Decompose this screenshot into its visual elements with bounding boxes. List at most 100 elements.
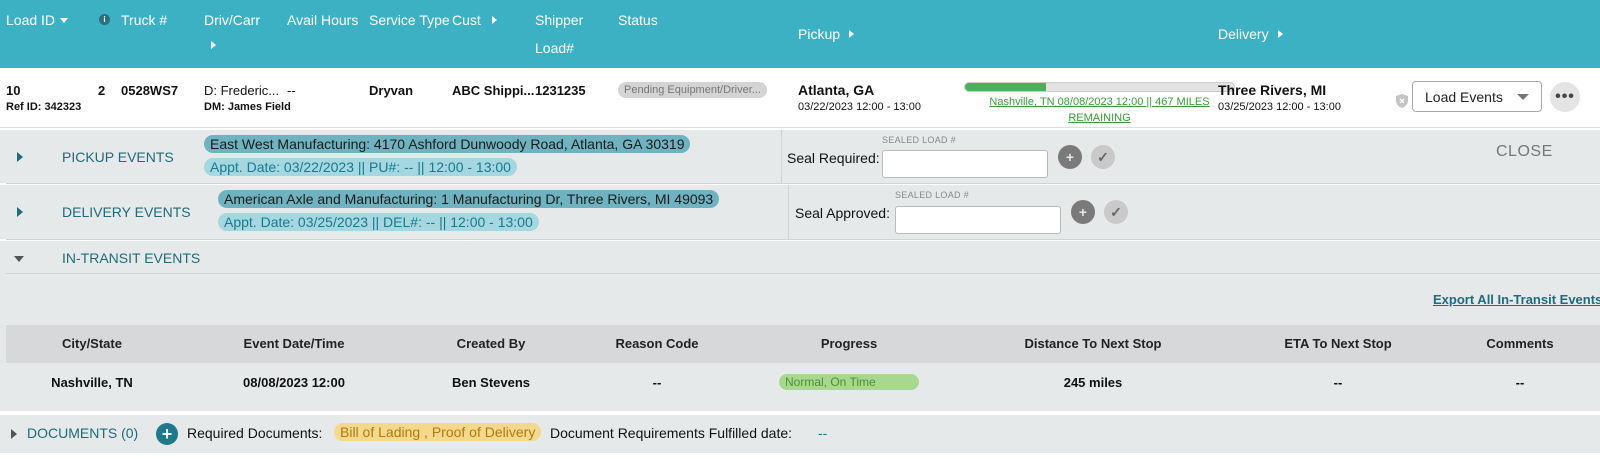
close-button[interactable]: CLOSE bbox=[1496, 143, 1553, 161]
col-avail-hours[interactable]: Avail Hours bbox=[287, 12, 358, 28]
expand-delivery-icon[interactable] bbox=[17, 207, 23, 217]
customer-name[interactable]: ABC Shippi... bbox=[452, 83, 534, 98]
in-transit-divider bbox=[6, 273, 1600, 274]
documents-bar: DOCUMENTS (0) + Required Documents: Bill… bbox=[0, 415, 1600, 453]
th-comments[interactable]: Comments bbox=[1486, 336, 1553, 351]
chevron-down-icon bbox=[1517, 94, 1529, 100]
in-transit-events-toggle[interactable]: IN-TRANSIT EVENTS bbox=[62, 250, 200, 266]
pickup-divider bbox=[781, 130, 782, 183]
more-options-button[interactable]: ••• bbox=[1550, 82, 1580, 112]
check-icon: ✓ bbox=[1110, 203, 1122, 220]
col-status[interactable]: Status bbox=[618, 12, 658, 28]
check-icon: ✓ bbox=[1097, 148, 1109, 165]
delivery-address: American Axle and Manufacturing: 1 Manuf… bbox=[218, 190, 720, 208]
fulfilled-date-label: Document Requirements Fulfilled date: bbox=[550, 425, 793, 441]
th-city-state[interactable]: City/State bbox=[62, 336, 122, 351]
table-row[interactable]: Nashville, TN 08/08/2023 12:00 Ben Steve… bbox=[6, 363, 1600, 403]
th-created-by[interactable]: Created By bbox=[457, 336, 526, 351]
delivery-time: 03/25/2023 12:00 - 13:00 bbox=[1218, 101, 1341, 113]
load-events-select[interactable]: Load Events bbox=[1412, 81, 1542, 112]
sealed-load-caption: SEALED LOAD # bbox=[882, 135, 956, 145]
seal-required-label: Seal Required: bbox=[787, 150, 880, 166]
driv-carr-expand[interactable] bbox=[211, 41, 216, 49]
delivery-seal-add-button[interactable]: + bbox=[1071, 200, 1095, 224]
truck-number[interactable]: 0528WS7 bbox=[121, 83, 178, 98]
col-truck[interactable]: Truck # bbox=[121, 12, 167, 28]
add-document-button[interactable]: + bbox=[156, 423, 178, 445]
export-in-transit-link[interactable]: Export All In-Transit Events bbox=[1433, 292, 1600, 307]
pickup-events-toggle[interactable]: PICKUP EVENTS bbox=[62, 149, 174, 165]
col-service-type[interactable]: Service Type bbox=[369, 12, 450, 28]
stops-count: 2 bbox=[98, 83, 106, 98]
col-delivery-label: Delivery bbox=[1218, 26, 1269, 42]
col-cust[interactable]: Cust bbox=[452, 12, 497, 28]
col-pickup-label: Pickup bbox=[798, 26, 841, 42]
info-icon-glyph: i bbox=[99, 14, 110, 25]
driver-name[interactable]: D: Frederic... bbox=[204, 83, 279, 98]
th-distance[interactable]: Distance To Next Stop bbox=[1024, 336, 1161, 351]
table-header: Load ID i Truck # Driv/Carr Avail Hours … bbox=[0, 0, 1600, 68]
delivery-events-toggle[interactable]: DELIVERY EVENTS bbox=[62, 204, 191, 220]
delivery-city: Three Rivers, MI bbox=[1218, 82, 1327, 98]
in-transit-table-header: City/State Event Date/Time Created By Re… bbox=[6, 325, 1600, 363]
col-load-id[interactable]: Load ID bbox=[6, 12, 69, 28]
col-driv-carr[interactable]: Driv/Carr bbox=[204, 12, 260, 28]
delivery-seal-input[interactable] bbox=[895, 206, 1061, 234]
load-events-select-value: Load Events bbox=[1425, 88, 1503, 105]
col-shipper[interactable]: Shipper bbox=[535, 12, 583, 28]
expand-documents-icon[interactable] bbox=[11, 429, 17, 439]
avail-hours: -- bbox=[287, 83, 296, 98]
th-event-datetime[interactable]: Event Date/Time bbox=[244, 336, 345, 351]
sort-down-icon bbox=[60, 17, 69, 23]
pickup-address: East West Manufacturing: 4170 Ashford Du… bbox=[204, 135, 691, 153]
col-load-id-label: Load ID bbox=[6, 12, 56, 28]
th-eta[interactable]: ETA To Next Stop bbox=[1284, 336, 1391, 351]
load-row[interactable]: 10 Ref ID: 342323 2 0528WS7 D: Frederic.… bbox=[0, 74, 1600, 128]
col-load-num[interactable]: Load# bbox=[535, 40, 574, 56]
pickup-seal-add-button[interactable]: + bbox=[1058, 145, 1082, 169]
pickup-seal-input[interactable] bbox=[882, 150, 1048, 178]
cell-comments: -- bbox=[1515, 375, 1525, 390]
plus-icon: + bbox=[1065, 149, 1075, 165]
trip-progress-link[interactable]: Nashville, TN 08/08/2023 12:00 || 467 MI… bbox=[964, 94, 1235, 126]
chevron-right-icon bbox=[211, 41, 216, 49]
info-icon[interactable]: i bbox=[99, 14, 110, 25]
trip-progress-bar bbox=[964, 82, 1235, 92]
documents-toggle[interactable]: DOCUMENTS (0) bbox=[27, 425, 138, 441]
pickup-seal-confirm-button[interactable]: ✓ bbox=[1091, 145, 1115, 169]
ellipsis-icon: ••• bbox=[1555, 88, 1575, 105]
pickup-appointment: Appt. Date: 03/22/2023 || PU#: -- || 12:… bbox=[204, 158, 517, 176]
required-documents-badge: Bill of Lading , Proof of Delivery bbox=[334, 423, 542, 441]
col-delivery[interactable]: Delivery bbox=[1218, 26, 1283, 42]
ref-id: Ref ID: 342323 bbox=[6, 101, 82, 113]
col-service-type-label: Service Type bbox=[369, 12, 450, 28]
col-driv-carr-label: Driv/Carr bbox=[204, 12, 260, 28]
pickup-time: 03/22/2023 12:00 - 13:00 bbox=[798, 101, 921, 113]
expand-pickup-icon[interactable] bbox=[17, 152, 23, 162]
plus-icon: + bbox=[161, 423, 173, 444]
delivery-divider bbox=[788, 185, 789, 239]
load-id: 10 bbox=[6, 83, 21, 98]
cell-created-by: Ben Stevens bbox=[451, 375, 531, 390]
dispatch-manager: DM: James Field bbox=[204, 101, 291, 113]
col-shipper-label: Shipper bbox=[535, 12, 584, 28]
col-avail-hours-label: Avail Hours bbox=[287, 12, 359, 28]
col-status-label: Status bbox=[618, 12, 658, 28]
plus-icon: + bbox=[1078, 204, 1088, 220]
fulfilled-date-value: -- bbox=[818, 425, 828, 441]
col-pickup[interactable]: Pickup bbox=[798, 26, 855, 42]
delivery-bottom-divider bbox=[6, 239, 1600, 240]
pickup-city: Atlanta, GA bbox=[798, 82, 875, 98]
chevron-right-icon bbox=[1277, 30, 1283, 38]
status-badge: Pending Equipment/Driver... bbox=[618, 82, 767, 98]
col-truck-label: Truck # bbox=[121, 12, 168, 28]
trip-progress-fill bbox=[965, 83, 1046, 91]
shipper-load-number: 1231235 bbox=[535, 83, 586, 98]
delivery-seal-confirm-button[interactable]: ✓ bbox=[1104, 200, 1128, 224]
chevron-right-icon bbox=[849, 30, 855, 38]
cell-city-state: Nashville, TN bbox=[51, 375, 133, 390]
delivery-appointment: Appt. Date: 03/25/2023 || DEL#: -- || 12… bbox=[218, 213, 539, 231]
th-progress[interactable]: Progress bbox=[821, 336, 877, 351]
collapse-in-transit-icon[interactable] bbox=[14, 256, 24, 262]
th-reason-code[interactable]: Reason Code bbox=[615, 336, 698, 351]
